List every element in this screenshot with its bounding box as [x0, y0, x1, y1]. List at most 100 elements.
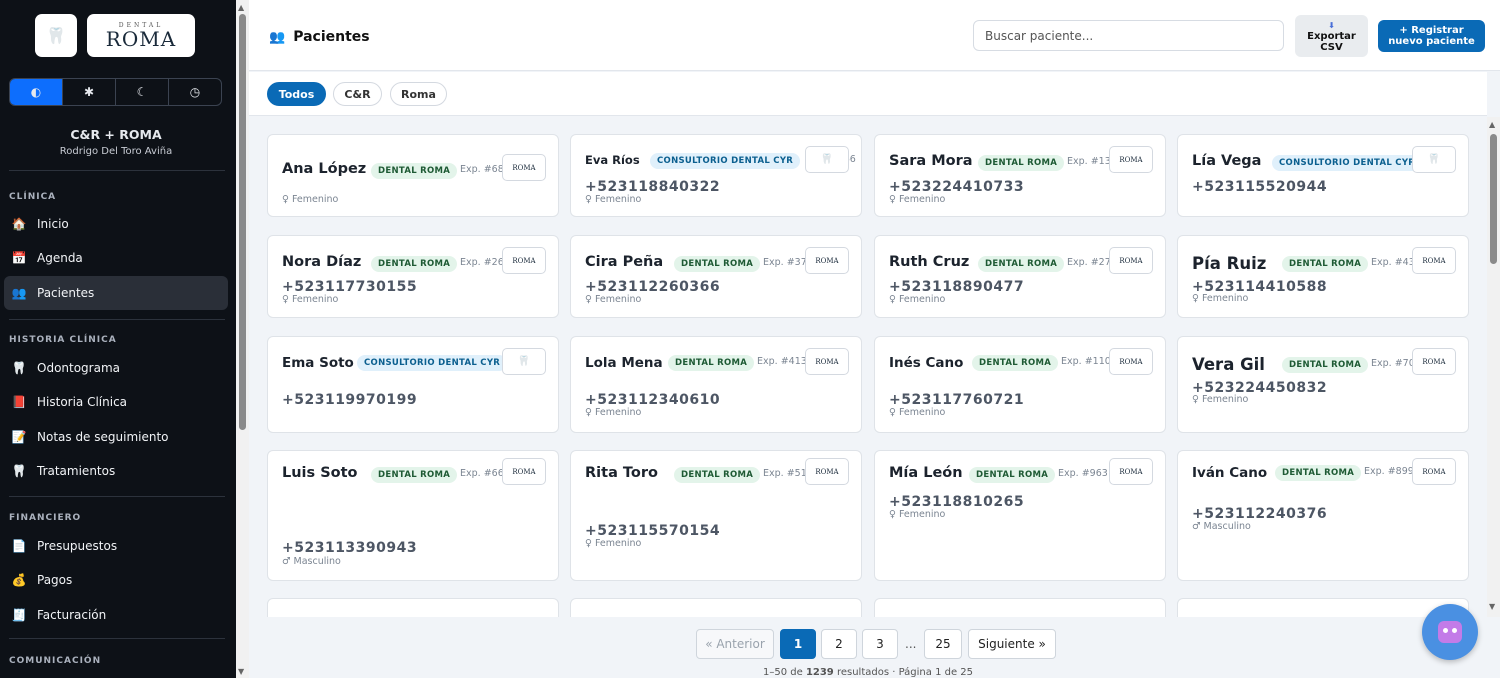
nav-item-tratamientos[interactable]: 🦷 Tratamientos — [4, 454, 228, 488]
scroll-down-icon[interactable]: ▼ — [238, 667, 244, 676]
clinic-badge: DENTAL ROMA — [668, 355, 755, 371]
filter-tab-todos[interactable]: Todos — [267, 82, 326, 106]
cyr-logo-icon: 🦷 — [502, 348, 546, 375]
patient-card[interactable]: Cira Peña DENTAL ROMA Exp. #373 ROMA +523112… — [570, 235, 862, 318]
patient-name: Mía León — [889, 465, 963, 481]
patient-card[interactable] — [1177, 598, 1469, 617]
patient-card[interactable]: Luis Soto DENTAL ROMA Exp. #666 ROMA +523113… — [267, 450, 559, 581]
patient-gender: ♂ Masculino — [1192, 521, 1251, 532]
patient-card[interactable] — [570, 598, 862, 617]
roma-logo-icon: ROMA — [1109, 247, 1153, 274]
page-25-button[interactable]: 25 — [924, 629, 962, 659]
grid-scrollbar[interactable]: ▲ ▼ — [1487, 117, 1500, 617]
patient-card[interactable]: Nora Díaz DENTAL ROMA Exp. #269 ROMA +523117… — [267, 235, 559, 318]
download-icon: ⬇ — [1328, 20, 1335, 30]
patient-card[interactable]: Inés Cano DENTAL ROMA Exp. #110 ROMA +523117… — [874, 336, 1166, 433]
patient-card[interactable] — [874, 598, 1166, 617]
prev-page-button[interactable]: « Anterior — [696, 629, 774, 659]
page-3-button[interactable]: 3 — [862, 629, 898, 659]
nav-item-agenda[interactable]: 📅 Agenda — [4, 241, 228, 275]
record-number: Exp. #68 — [460, 164, 504, 175]
patient-phone: +523112240376 — [1192, 506, 1328, 522]
roma-logo-icon: ROMA — [805, 247, 849, 274]
divider — [9, 319, 225, 320]
clinic-name: C&R + ROMA — [70, 127, 162, 142]
patient-card[interactable]: Rita Toro DENTAL ROMA Exp. #516 ROMA +523115… — [570, 450, 862, 581]
filter-tab-roma[interactable]: Roma — [390, 82, 447, 106]
patient-card[interactable]: Lía Vega CONSULTORIO DENTAL CYR 🦷 +52311552… — [1177, 134, 1469, 217]
record-number: Exp. #110 — [1061, 356, 1111, 367]
page-1-button[interactable]: 1 — [780, 629, 816, 659]
nav-item-facturacion[interactable]: 🧾 Facturación — [4, 598, 228, 632]
patient-gender: ♀ Femenino — [585, 538, 642, 549]
patient-name: Ana López — [282, 161, 367, 177]
patient-card[interactable]: Vera Gil DENTAL ROMA Exp. #708 ROMA +5232244… — [1177, 336, 1469, 433]
clinic-badge: DENTAL ROMA — [674, 467, 761, 483]
theme-light-icon[interactable]: ✱ — [63, 79, 116, 105]
patient-phone: +523118890477 — [889, 279, 1025, 295]
patient-card[interactable]: Eva RíosCONSULTORIO DENTAL CYRExp. #166🦷… — [570, 134, 862, 217]
export-label: Exportar CSV — [1307, 30, 1356, 53]
patient-gender: ♀ Femenino — [889, 194, 946, 205]
patient-name: Cira Peña — [585, 254, 664, 270]
patient-name: Inés Cano — [889, 355, 964, 371]
summary-pre: 1–50 de — [762, 667, 806, 678]
export-csv-button[interactable]: ⬇ Exportar CSV — [1295, 15, 1368, 57]
patient-gender: ♀ Femenino — [889, 509, 946, 520]
scrollbar-thumb[interactable] — [1490, 134, 1497, 264]
theme-toggle: ◐ ✱ ☾ ◷ — [9, 78, 222, 106]
next-page-button[interactable]: Siguiente » — [968, 629, 1056, 659]
clinic-badge: DENTAL ROMA — [371, 467, 458, 483]
nav-item-pacientes[interactable]: 👥 Pacientes — [4, 276, 228, 310]
patient-gender: ♀ Femenino — [282, 294, 339, 305]
page-title-text: Pacientes — [293, 29, 370, 45]
patient-name: Iván Cano — [1192, 465, 1268, 481]
patient-card[interactable]: Ana López DENTAL ROMA Exp. #68 ROMA ♀ Femeni… — [267, 134, 559, 217]
roma-logo-icon: ROMA — [502, 154, 546, 181]
patient-name: Ruth Cruz — [889, 254, 970, 270]
nav-label: Notas de seguimiento — [37, 430, 169, 444]
nav-item-odontograma[interactable]: 🦷 Odontograma — [4, 351, 228, 385]
clinic-badge: CONSULTORIO DENTAL CYR — [357, 355, 508, 371]
nav-item-presupuestos[interactable]: 📄 Presupuestos — [4, 529, 228, 563]
nav-item-inicio[interactable]: 🏠 Inicio — [4, 207, 228, 241]
patient-card[interactable]: Ruth Cruz DENTAL ROMA Exp. #270 ROMA +523118… — [874, 235, 1166, 318]
page-2-button[interactable]: 2 — [821, 629, 857, 659]
patient-card[interactable]: Mía León DENTAL ROMA Exp. #963 ROMA +5231188… — [874, 450, 1166, 581]
theme-auto-icon[interactable]: ◐ — [10, 79, 63, 105]
patient-card[interactable]: Iván Cano DENTAL ROMA Exp. #899 ROMA +523112… — [1177, 450, 1469, 581]
patient-phone: +523119970199 — [282, 392, 418, 408]
patient-card[interactable]: Lola Mena DENTAL ROMA Exp. #413 ROMA +523112… — [570, 336, 862, 433]
register-patient-button[interactable]: + Registrar nuevo paciente — [1378, 20, 1485, 52]
roma-logo-icon: ROMA — [1109, 146, 1153, 173]
logo-big-text: ROMA — [105, 27, 177, 51]
nav-label: Facturación — [37, 608, 107, 622]
nav-item-pagos[interactable]: 💰 Pagos — [4, 563, 228, 597]
patient-name: Luis Soto — [282, 465, 358, 481]
patient-card[interactable] — [267, 598, 559, 617]
record-number: Exp. #413 — [757, 356, 807, 367]
nav-item-historia-clinica[interactable]: 📕 Historia Clínica — [4, 385, 228, 419]
patient-card[interactable]: Pía Ruiz DENTAL ROMA Exp. #432 ROMA +5231144… — [1177, 235, 1469, 318]
patient-gender: ♀ Femenino — [889, 294, 946, 305]
theme-clock-icon[interactable]: ◷ — [169, 79, 221, 105]
scroll-up-icon[interactable]: ▲ — [238, 3, 244, 12]
nav-label: Odontograma — [37, 361, 121, 375]
calendar-icon: 📅 — [11, 251, 27, 265]
patient-gender: ♀ Femenino — [282, 194, 339, 205]
theme-dark-icon[interactable]: ☾ — [116, 79, 169, 105]
patient-card[interactable]: Sara Mora DENTAL ROMA Exp. #13 ROMA +5232244… — [874, 134, 1166, 217]
patient-name: Sara Mora — [889, 153, 973, 169]
scroll-up-icon[interactable]: ▲ — [1489, 120, 1495, 129]
clinic-badge: DENTAL ROMA — [674, 256, 761, 272]
scrollbar-thumb[interactable] — [239, 14, 246, 430]
search-input[interactable] — [973, 20, 1284, 51]
nav-item-notas[interactable]: 📝 Notas de seguimiento — [4, 420, 228, 454]
assistant-bot-button[interactable] — [1422, 604, 1478, 660]
patient-name: Pía Ruiz — [1192, 254, 1267, 273]
scroll-down-icon[interactable]: ▼ — [1489, 602, 1495, 611]
patient-card[interactable]: Ema Soto CONSULTORIO DENTAL CYR 🦷 +52311997… — [267, 336, 559, 433]
roma-logo-icon: ROMA — [502, 247, 546, 274]
filter-tab-cr[interactable]: C&R — [333, 82, 382, 106]
page-scrollbar[interactable]: ▲ ▼ — [236, 0, 249, 678]
